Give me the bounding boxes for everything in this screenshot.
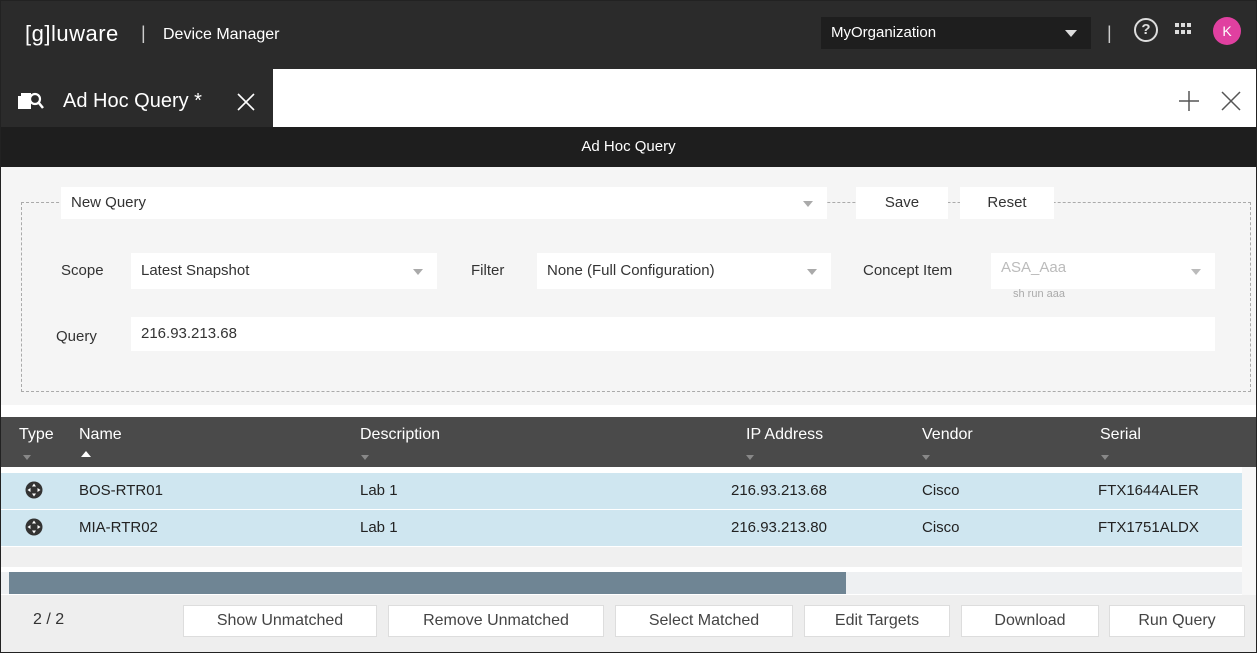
filter-caret-icon[interactable]: [746, 455, 754, 460]
reset-button[interactable]: Reset: [960, 187, 1054, 219]
close-icon[interactable]: [235, 91, 257, 113]
cell-vendor: Cisco: [922, 519, 960, 536]
chevron-down-icon: [1191, 269, 1201, 275]
query-dashed-frame: [21, 202, 1251, 392]
cell-serial: FTX1751ALDX: [1098, 519, 1199, 536]
cell-serial: FTX1644ALER: [1098, 482, 1199, 499]
column-header-ip-address[interactable]: IP Address: [746, 426, 823, 444]
scope-value: Latest Snapshot: [141, 262, 250, 279]
sort-ascending-icon[interactable]: [81, 451, 91, 457]
toolbar-separator: |: [1107, 23, 1112, 43]
saved-query-value: New Query: [71, 194, 147, 211]
saved-query-select[interactable]: New Query: [61, 187, 827, 219]
cell-name: MIA-RTR02: [79, 519, 158, 536]
filter-caret-icon[interactable]: [361, 455, 369, 460]
tab-strip: Ad Hoc Query *: [1, 63, 1256, 127]
avatar[interactable]: K: [1213, 17, 1241, 45]
organization-value: MyOrganization: [831, 24, 937, 41]
page-title: Ad Hoc Query: [1, 127, 1256, 167]
action-footer: 2 / 2 Show Unmatched Remove Unmatched Se…: [1, 595, 1256, 652]
gluware-logo[interactable]: [g]luware: [25, 21, 119, 47]
download-button[interactable]: Download: [961, 605, 1099, 637]
column-header-name[interactable]: Name: [79, 426, 122, 444]
query-value: 216.93.213.68: [141, 325, 237, 342]
cell-ip-address: 216.93.213.80: [731, 519, 827, 536]
plus-icon[interactable]: [1177, 89, 1201, 113]
title-separator: |: [141, 23, 146, 43]
filter-value: None (Full Configuration): [547, 262, 715, 279]
results-grid: Type Name Description IP Address Vendor …: [1, 405, 1256, 595]
match-count: 2 / 2: [33, 611, 65, 628]
router-icon: [25, 518, 43, 536]
horizontal-scrollbar-thumb[interactable]: [9, 572, 846, 594]
top-bar: [g]luware | Device Manager MyOrganizatio…: [1, 1, 1256, 63]
filter-caret-icon[interactable]: [1101, 455, 1109, 460]
table-row[interactable]: MIA-RTR02 Lab 1 216.93.213.80 Cisco FTX1…: [1, 510, 1242, 546]
organization-select[interactable]: MyOrganization: [821, 17, 1091, 49]
cell-vendor: Cisco: [922, 482, 960, 499]
concept-item-label: Concept Item: [863, 262, 953, 279]
query-input[interactable]: 216.93.213.68: [131, 317, 1215, 351]
grid-header: Type Name Description IP Address Vendor …: [1, 417, 1256, 467]
chevron-down-icon: [413, 269, 423, 275]
filter-caret-icon[interactable]: [922, 455, 930, 460]
save-button[interactable]: Save: [856, 187, 948, 219]
empty-row: [1, 547, 1242, 567]
help-icon[interactable]: ?: [1134, 18, 1158, 42]
filter-label: Filter: [471, 262, 505, 279]
scope-label: Scope: [61, 262, 104, 279]
show-unmatched-button[interactable]: Show Unmatched: [183, 605, 377, 637]
vertical-scrollbar[interactable]: [1242, 467, 1256, 595]
edit-targets-button[interactable]: Edit Targets: [804, 605, 950, 637]
concept-item-value: ASA_Aaa: [1001, 259, 1067, 276]
table-row[interactable]: BOS-RTR01 Lab 1 216.93.213.68 Cisco FTX1…: [1, 473, 1242, 509]
column-header-description[interactable]: Description: [360, 426, 440, 444]
router-icon: [25, 481, 43, 499]
remove-unmatched-button[interactable]: Remove Unmatched: [388, 605, 604, 637]
scope-select[interactable]: Latest Snapshot: [131, 253, 437, 289]
cell-description: Lab 1: [360, 519, 398, 536]
filter-select[interactable]: None (Full Configuration): [537, 253, 831, 289]
app-title: Device Manager: [163, 26, 280, 43]
column-header-type[interactable]: Type: [19, 426, 54, 444]
chevron-down-icon: [1065, 30, 1077, 37]
run-query-button[interactable]: Run Query: [1109, 605, 1245, 637]
concept-item-subtitle: sh run aaa: [1013, 288, 1065, 300]
column-header-vendor[interactable]: Vendor: [922, 426, 973, 444]
filter-caret-icon[interactable]: [23, 455, 31, 460]
concept-item-select[interactable]: ASA_Aaa: [991, 253, 1215, 289]
cell-ip-address: 216.93.213.68: [731, 482, 827, 499]
chevron-down-icon: [803, 201, 813, 207]
cell-name: BOS-RTR01: [79, 482, 163, 499]
query-panel: New Query Save Reset Scope Latest Snapsh…: [1, 167, 1256, 405]
logo-text: luware: [50, 21, 119, 46]
query-label: Query: [56, 328, 97, 345]
column-header-serial[interactable]: Serial: [1100, 426, 1141, 444]
cell-description: Lab 1: [360, 482, 398, 499]
app-window: [g]luware | Device Manager MyOrganizatio…: [0, 0, 1257, 653]
chevron-down-icon: [807, 269, 817, 275]
select-matched-button[interactable]: Select Matched: [615, 605, 793, 637]
query-device-icon: [18, 92, 44, 109]
tab-label: Ad Hoc Query *: [63, 90, 202, 112]
close-all-icon[interactable]: [1219, 89, 1243, 113]
app-grid-icon[interactable]: [1175, 23, 1191, 35]
logo-bracket: [g]: [25, 21, 51, 46]
tab-ad-hoc-query[interactable]: Ad Hoc Query *: [1, 69, 273, 127]
